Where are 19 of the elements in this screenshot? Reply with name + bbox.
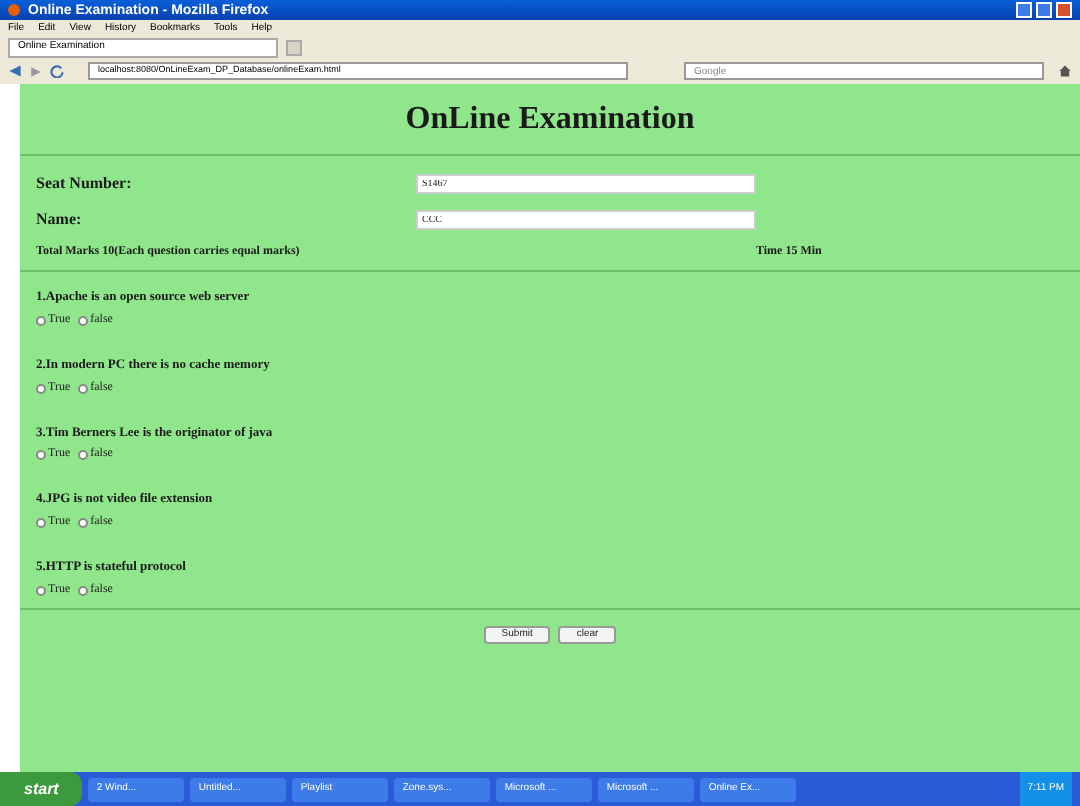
radio-button[interactable] [78,585,89,596]
page-heading: OnLine Examination [405,99,695,139]
radio-button[interactable] [78,450,89,461]
radio-button[interactable] [78,315,89,326]
field-label: Name: [36,208,84,232]
back-icon[interactable] [8,64,22,78]
radio-button[interactable] [36,518,46,528]
radio-button[interactable] [78,383,89,393]
radio-button[interactable] [36,585,46,596]
start-button[interactable]: start [0,772,83,806]
radio-button[interactable] [36,383,46,393]
home-icon[interactable] [1058,64,1072,78]
field-label: Seat Number: [36,172,134,196]
forward-icon[interactable] [30,65,42,77]
radio-button[interactable] [36,315,46,326]
reload-icon[interactable] [50,64,64,78]
close-icon[interactable] [1056,2,1072,18]
radio-button[interactable] [36,450,46,461]
radio-button[interactable] [78,518,89,528]
